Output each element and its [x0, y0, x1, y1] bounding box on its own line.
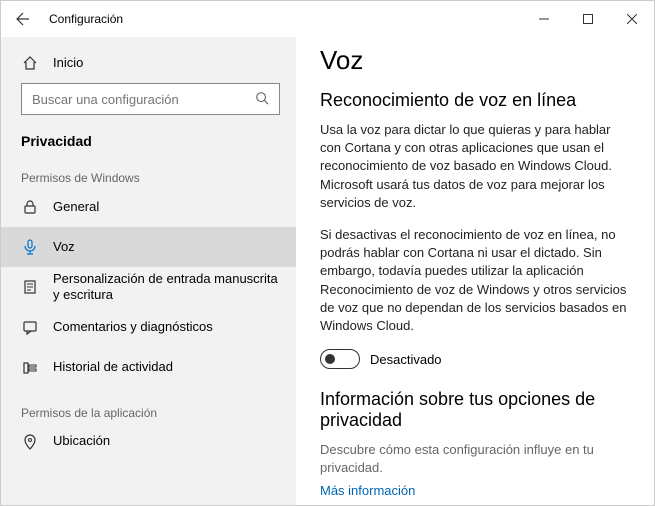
window-title: Configuración [45, 12, 123, 26]
titlebar: Configuración [1, 1, 654, 37]
maximize-button[interactable] [566, 1, 610, 37]
sidebar-section-app: Permisos de la aplicación [1, 388, 296, 422]
sidebar-category: Privacidad [1, 125, 296, 153]
minimize-button[interactable] [522, 1, 566, 37]
feedback-icon [21, 319, 39, 337]
sidebar-item-location[interactable]: Ubicación [1, 422, 296, 462]
sidebar-item-diagnostics[interactable]: Comentarios y diagnósticos [1, 308, 296, 348]
microphone-icon [21, 238, 39, 256]
close-icon [627, 14, 637, 24]
body-text: Usa la voz para dictar lo que quieras y … [320, 121, 630, 212]
location-icon [21, 433, 39, 451]
link-privacy-panel[interactable]: Panel de privacidad [320, 501, 630, 505]
sidebar-home-label: Inicio [53, 55, 83, 71]
back-button[interactable] [1, 1, 45, 37]
page-title: Voz [320, 45, 630, 76]
sidebar-item-label: Historial de actividad [53, 359, 173, 375]
sidebar-item-general[interactable]: General [1, 187, 296, 227]
sidebar-item-label: Personalización de entrada manuscrita y … [53, 271, 280, 304]
sidebar-item-label: Voz [53, 239, 75, 255]
sidebar-item-activity[interactable]: Historial de actividad [1, 348, 296, 388]
maximize-icon [583, 14, 593, 24]
sidebar-section-windows: Permisos de Windows [1, 153, 296, 187]
sidebar-item-label: Comentarios y diagnósticos [53, 319, 213, 335]
sidebar-item-label: Ubicación [53, 433, 110, 449]
toggle-knob [325, 354, 335, 364]
minimize-icon [539, 14, 549, 24]
sidebar-item-inking[interactable]: Personalización de entrada manuscrita y … [1, 267, 296, 308]
body-text: Si desactivas el reconocimiento de voz e… [320, 226, 630, 335]
sidebar: Inicio Privacidad Permisos de Windows Ge… [1, 37, 296, 505]
sidebar-home[interactable]: Inicio [1, 43, 296, 83]
toggle-row: Desactivado [320, 349, 630, 369]
search-input-container[interactable] [21, 83, 280, 115]
home-icon [21, 54, 39, 72]
section-heading-online-speech: Reconocimiento de voz en línea [320, 90, 630, 111]
clipboard-icon [21, 278, 39, 296]
back-arrow-icon [15, 11, 31, 27]
search-icon [255, 91, 271, 107]
link-more-info[interactable]: Más información [320, 481, 630, 501]
content-pane: Voz Reconocimiento de voz en línea Usa l… [296, 37, 654, 505]
body-text: Descubre cómo esta configuración influye… [320, 441, 630, 477]
sidebar-item-label: General [53, 199, 99, 215]
toggle-label: Desactivado [370, 352, 442, 367]
history-icon [21, 359, 39, 377]
online-speech-toggle[interactable] [320, 349, 360, 369]
search-input[interactable] [32, 92, 255, 107]
section-heading-privacy-info: Información sobre tus opciones de privac… [320, 389, 630, 431]
sidebar-item-voice[interactable]: Voz [1, 227, 296, 267]
close-button[interactable] [610, 1, 654, 37]
lock-icon [21, 198, 39, 216]
